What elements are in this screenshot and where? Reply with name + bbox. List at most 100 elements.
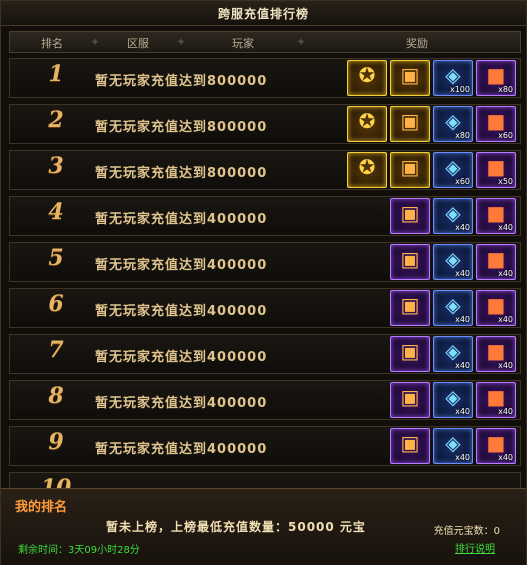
reward-item[interactable]: ▣ <box>390 152 430 188</box>
reward-quantity: x40 <box>498 361 513 370</box>
reward-item[interactable]: ■ x40 <box>476 428 516 464</box>
player-status-text: 暂无玩家充值达到800000 <box>95 120 268 135</box>
reward-item[interactable]: ◈ x40 <box>433 290 473 326</box>
reward-item[interactable]: ■ x40 <box>476 336 516 372</box>
reward-item[interactable]: ▣ <box>390 428 430 464</box>
player-status-text: 暂无玩家充值达到400000 <box>95 212 268 227</box>
blue-gem-icon: ◈ <box>445 201 461 225</box>
reward-quantity: x40 <box>455 407 470 416</box>
gold-token-icon: ✪ <box>358 109 376 133</box>
rank-number: 10 <box>40 475 72 488</box>
ranking-list[interactable]: 1 暂无玩家充值达到800000 ✪ ▣ ◈ x100 ■ x80 2 暂无玩家充值达到80000… <box>9 58 521 488</box>
reward-item[interactable]: ◈ x40 <box>433 382 473 418</box>
blue-gem-icon: ◈ <box>445 339 461 363</box>
player-status-text: 暂无玩家充值达到800000 <box>95 166 268 181</box>
reward-item[interactable]: ▣ <box>390 244 430 280</box>
treasure-chest-icon: ▣ <box>400 293 420 317</box>
reward-item[interactable]: ◈ x60 <box>433 152 473 188</box>
rank-number: 7 <box>48 337 64 363</box>
reward-item[interactable]: ■ x40 <box>476 382 516 418</box>
reward-quantity: x40 <box>498 269 513 278</box>
reward-items: ✪ ▣ ◈ x60 ■ x50 <box>347 152 516 188</box>
reward-item[interactable]: ◈ x100 <box>433 60 473 96</box>
reward-items: ▣ ◈ x40 ■ x40 <box>390 382 516 418</box>
ranking-row: 2 暂无玩家充值达到800000 ✪ ▣ ◈ x80 ■ x60 <box>9 104 521 144</box>
reward-items: ✪ ▣ ◈ x80 ■ x60 <box>347 106 516 142</box>
my-rank-title: 我的排名 <box>15 500 68 515</box>
reward-item[interactable]: ▣ <box>390 382 430 418</box>
ranking-rules-link[interactable]: 排行说明 <box>455 540 495 555</box>
reward-items: ▣ ◈ x40 ■ x40 <box>390 244 516 280</box>
reward-item[interactable]: ✪ <box>347 106 387 142</box>
reward-item[interactable]: ■ x80 <box>476 60 516 96</box>
player-status-text: 暂无玩家充值达到400000 <box>95 396 268 411</box>
ranking-row: 3 暂无玩家充值达到800000 ✪ ▣ ◈ x60 ■ x50 <box>9 150 521 190</box>
header-rank: 排名 <box>41 37 63 50</box>
gold-token-icon: ✪ <box>358 155 376 179</box>
reward-item[interactable]: ▣ <box>390 336 430 372</box>
rank-number: 3 <box>48 153 64 179</box>
reward-item[interactable]: ◈ x80 <box>433 106 473 142</box>
reward-item[interactable]: ✪ <box>347 60 387 96</box>
divider-ornament-icon: ✦ <box>176 35 187 49</box>
rank-number: 1 <box>48 61 64 87</box>
reward-item[interactable]: ■ x40 <box>476 244 516 280</box>
player-status-text: 暂无玩家充值达到400000 <box>95 442 268 457</box>
gift-box-icon: ■ <box>486 109 506 133</box>
rank-number: 5 <box>48 245 64 271</box>
my-rank-panel: 我的排名 暂未上榜，上榜最低充值数量：50000 元宝 充值元宝数：0 剩余时间… <box>1 488 526 565</box>
reward-item[interactable]: ■ x40 <box>476 198 516 234</box>
player-status-text: 暂无玩家充值达到400000 <box>95 258 268 273</box>
header-server: 区服 <box>127 37 149 50</box>
reward-item[interactable]: ◈ x40 <box>433 428 473 464</box>
rank-number: 8 <box>48 383 64 409</box>
recharge-count: 充值元宝数：0 <box>433 526 500 537</box>
gift-box-icon: ■ <box>486 155 506 179</box>
blue-gem-icon: ◈ <box>445 431 461 455</box>
ranking-row: 1 暂无玩家充值达到800000 ✪ ▣ ◈ x100 ■ x80 <box>9 58 521 98</box>
reward-item[interactable]: ■ x50 <box>476 152 516 188</box>
ranking-row: 5 暂无玩家充值达到400000 ▣ ◈ x40 ■ x40 <box>9 242 521 282</box>
blue-gem-icon: ◈ <box>445 293 461 317</box>
rank-number: 4 <box>48 199 64 225</box>
reward-quantity: x60 <box>498 131 513 140</box>
rank-number: 9 <box>48 429 64 455</box>
reward-item[interactable]: ◈ x40 <box>433 244 473 280</box>
ranking-window: 跨服充值排行榜 排名 ✦ 区服 ✦ 玩家 ✦ 奖励 1 暂无玩家充值达到80000… <box>0 0 527 565</box>
treasure-chest-icon: ▣ <box>400 109 420 133</box>
blue-gem-icon: ◈ <box>445 109 461 133</box>
reward-item[interactable]: ▣ <box>390 198 430 234</box>
reward-items: ✪ ▣ ◈ x100 ■ x80 <box>347 60 516 96</box>
reward-quantity: x40 <box>498 315 513 324</box>
gift-box-icon: ■ <box>486 247 506 271</box>
table-header: 排名 ✦ 区服 ✦ 玩家 ✦ 奖励 <box>9 31 521 53</box>
ranking-row: 7 暂无玩家充值达到400000 ▣ ◈ x40 ■ x40 <box>9 334 521 374</box>
ranking-row: 8 暂无玩家充值达到400000 ▣ ◈ x40 ■ x40 <box>9 380 521 420</box>
ranking-row: 4 暂无玩家充值达到400000 ▣ ◈ x40 ■ x40 <box>9 196 521 236</box>
reward-item[interactable]: ✪ <box>347 152 387 188</box>
reward-quantity: x40 <box>498 453 513 462</box>
reward-item[interactable]: ■ x40 <box>476 290 516 326</box>
divider-ornament-icon: ✦ <box>90 35 101 49</box>
window-title: 跨服充值排行榜 <box>217 7 309 21</box>
rank-number: 2 <box>48 107 64 133</box>
reward-item[interactable]: ◈ x40 <box>433 198 473 234</box>
reward-item[interactable]: ▣ <box>390 106 430 142</box>
reward-items: ▣ ◈ x40 ■ x40 <box>390 336 516 372</box>
gift-box-icon: ■ <box>486 385 506 409</box>
gift-box-icon: ■ <box>486 201 506 225</box>
title-bar: 跨服充值排行榜 <box>1 1 526 26</box>
reward-quantity: x80 <box>455 131 470 140</box>
reward-quantity: x100 <box>449 85 470 94</box>
reward-item[interactable]: ◈ x40 <box>433 336 473 372</box>
reward-item[interactable]: ▣ <box>390 60 430 96</box>
divider-ornament-icon: ✦ <box>296 35 307 49</box>
reward-quantity: x60 <box>455 177 470 186</box>
player-status-text: 暂无玩家充值达到800000 <box>95 74 268 89</box>
reward-quantity: x40 <box>455 315 470 324</box>
reward-quantity: x80 <box>498 85 513 94</box>
reward-item[interactable]: ■ x60 <box>476 106 516 142</box>
reward-item[interactable]: ▣ <box>390 290 430 326</box>
reward-quantity: x40 <box>498 223 513 232</box>
reward-quantity: x40 <box>498 407 513 416</box>
